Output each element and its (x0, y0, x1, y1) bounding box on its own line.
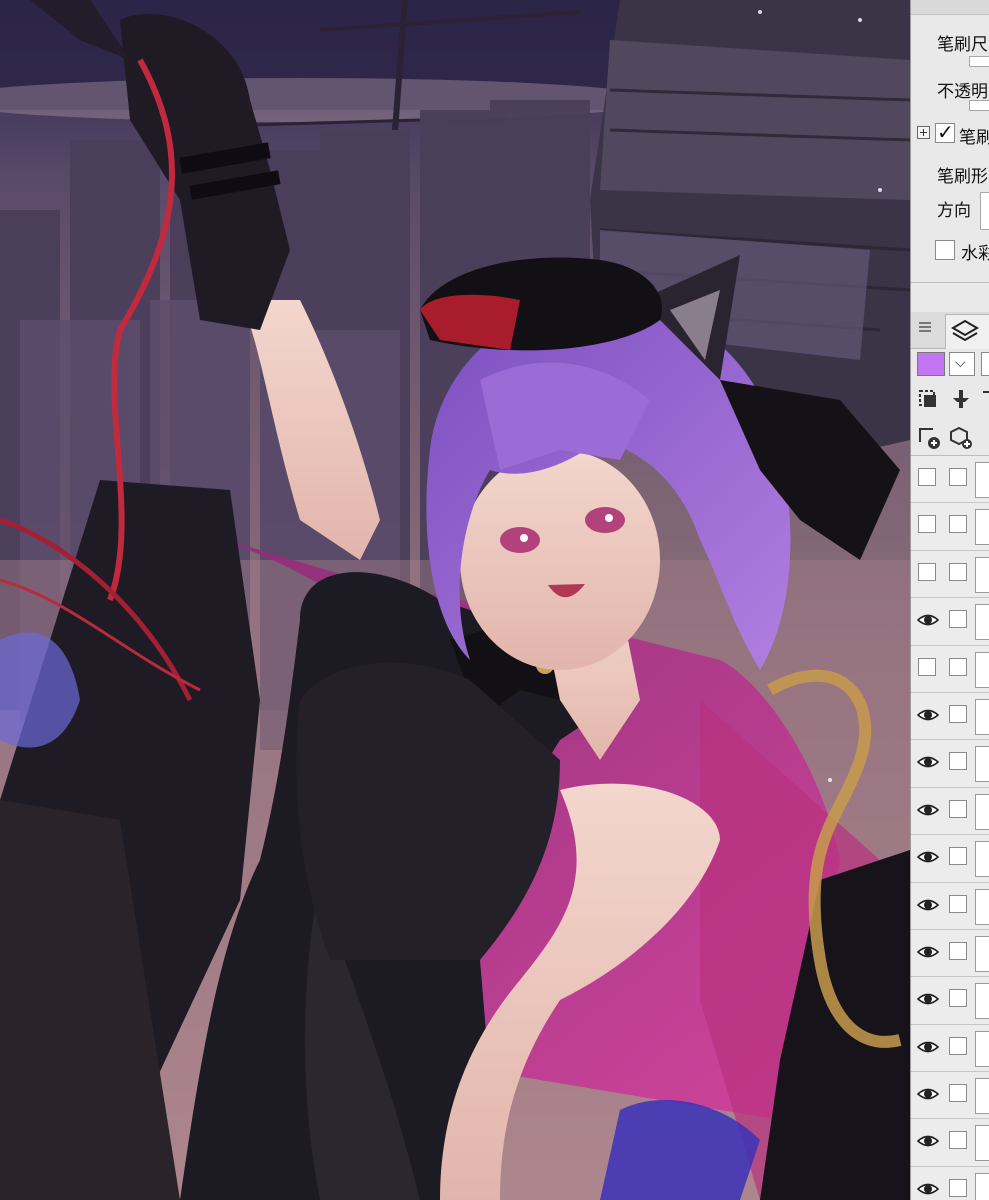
layer-thumbnail[interactable] (975, 888, 989, 925)
layer-list (911, 456, 989, 1200)
direction-label: 方向 (937, 201, 971, 221)
layer-thumbnail[interactable] (975, 698, 989, 735)
eye-icon[interactable] (917, 1038, 939, 1056)
panel-divider (911, 282, 989, 283)
layer-select-checkbox[interactable] (949, 704, 967, 723)
visibility-toggle[interactable] (918, 468, 936, 486)
layer-select-checkbox[interactable] (949, 752, 967, 771)
opacity-slider[interactable] (969, 100, 989, 111)
layer-select-checkbox[interactable] (949, 941, 967, 960)
layer-row[interactable] (911, 645, 989, 693)
eye-icon[interactable] (917, 990, 939, 1008)
layer-thumbnail[interactable] (975, 793, 989, 830)
layer-thumbnail[interactable] (975, 651, 989, 688)
artwork (0, 0, 910, 1200)
layer-select-checkbox[interactable] (949, 562, 967, 581)
layer-thumbnail[interactable] (975, 935, 989, 972)
eye-icon[interactable] (917, 896, 939, 914)
tab-layers[interactable] (945, 314, 989, 349)
blend-mode-dropdown[interactable] (981, 352, 989, 376)
color-dropdown[interactable]: ⌵ (949, 352, 975, 376)
visibility-toggle[interactable] (918, 562, 936, 581)
layer-color-swatch[interactable] (917, 352, 945, 376)
layer-thumbnail[interactable] (975, 509, 989, 546)
brush-checkbox[interactable] (935, 120, 955, 144)
brush-size-label: 笔刷尺 (937, 35, 988, 55)
layer-row[interactable] (911, 787, 989, 836)
clip-layer-icon[interactable] (917, 388, 941, 412)
layer-row[interactable] (911, 1024, 989, 1073)
chevron-down-icon: ⌵ (955, 355, 966, 371)
layer-select-checkbox[interactable] (949, 515, 967, 534)
eye-icon[interactable] (917, 706, 939, 724)
layer-thumbnail[interactable] (975, 746, 989, 783)
eye-icon[interactable] (917, 611, 939, 629)
layer-row[interactable] (911, 1119, 989, 1167)
new-3d-layer-icon[interactable] (949, 426, 973, 450)
layer-thumbnail[interactable] (975, 1030, 989, 1067)
new-layer-icon[interactable] (917, 426, 941, 450)
layer-row[interactable] (911, 550, 989, 599)
layer-row[interactable] (911, 835, 989, 883)
layer-select-checkbox[interactable] (949, 799, 967, 818)
brush-size-slider[interactable] (969, 56, 989, 67)
layer-select-checkbox[interactable] (949, 989, 967, 1008)
panel-menu-icon[interactable] (919, 322, 931, 332)
layer-select-checkbox[interactable] (949, 894, 967, 913)
layer-thumbnail[interactable] (975, 556, 989, 593)
watercolor-checkbox[interactable] (935, 240, 955, 260)
layer-thumbnail[interactable] (975, 1078, 989, 1115)
layer-thumbnail[interactable] (975, 841, 989, 878)
layer-row[interactable] (911, 929, 989, 978)
brush-label: 笔刷 (959, 128, 989, 148)
layer-thumbnail[interactable] (975, 983, 989, 1020)
expand-icon[interactable] (917, 126, 930, 139)
layer-select-checkbox[interactable] (949, 468, 967, 486)
layer-thumbnail[interactable] (975, 462, 989, 498)
layer-select-checkbox[interactable] (949, 1131, 967, 1150)
lock-transparency-icon[interactable] (949, 388, 973, 412)
layer-select-checkbox[interactable] (949, 657, 967, 676)
layer-row[interactable] (911, 598, 989, 646)
eye-icon[interactable] (917, 1085, 939, 1103)
selection-source-icon[interactable] (979, 388, 989, 412)
layer-select-checkbox[interactable] (949, 610, 967, 629)
layer-select-checkbox[interactable] (949, 1084, 967, 1103)
panel-top-edge (911, 0, 989, 15)
eye-icon[interactable] (917, 943, 939, 961)
layer-row[interactable] (911, 1166, 989, 1200)
layer-row[interactable] (911, 503, 989, 551)
eye-icon[interactable] (917, 1132, 939, 1150)
eye-icon[interactable] (917, 1180, 939, 1198)
layer-row[interactable] (911, 692, 989, 741)
brush-shape-label: 笔刷形 (937, 167, 988, 187)
visibility-toggle[interactable] (918, 657, 936, 676)
direction-input[interactable] (980, 192, 989, 230)
layer-thumbnail[interactable] (975, 1125, 989, 1162)
watercolor-label: 水彩 (961, 244, 989, 264)
visibility-toggle[interactable] (918, 515, 936, 534)
layer-select-checkbox[interactable] (949, 1178, 967, 1197)
layer-row[interactable] (911, 977, 989, 1025)
tool-panel: 笔刷尺 不透明 笔刷 笔刷形 方向 水彩 ⌵ (910, 0, 989, 1200)
eye-icon[interactable] (917, 848, 939, 866)
layer-row[interactable] (911, 456, 989, 504)
eye-icon[interactable] (917, 801, 939, 819)
layer-row[interactable] (911, 1072, 989, 1120)
layers-icon (951, 319, 979, 342)
layer-row[interactable] (911, 740, 989, 788)
drawing-canvas[interactable] (0, 0, 910, 1200)
layer-select-checkbox[interactable] (949, 847, 967, 866)
layer-thumbnail[interactable] (975, 1172, 989, 1200)
layer-select-checkbox[interactable] (949, 1036, 967, 1055)
opacity-label: 不透明 (937, 82, 988, 102)
eye-icon[interactable] (917, 753, 939, 771)
layer-row[interactable] (911, 882, 989, 930)
layer-thumbnail[interactable] (975, 604, 989, 641)
